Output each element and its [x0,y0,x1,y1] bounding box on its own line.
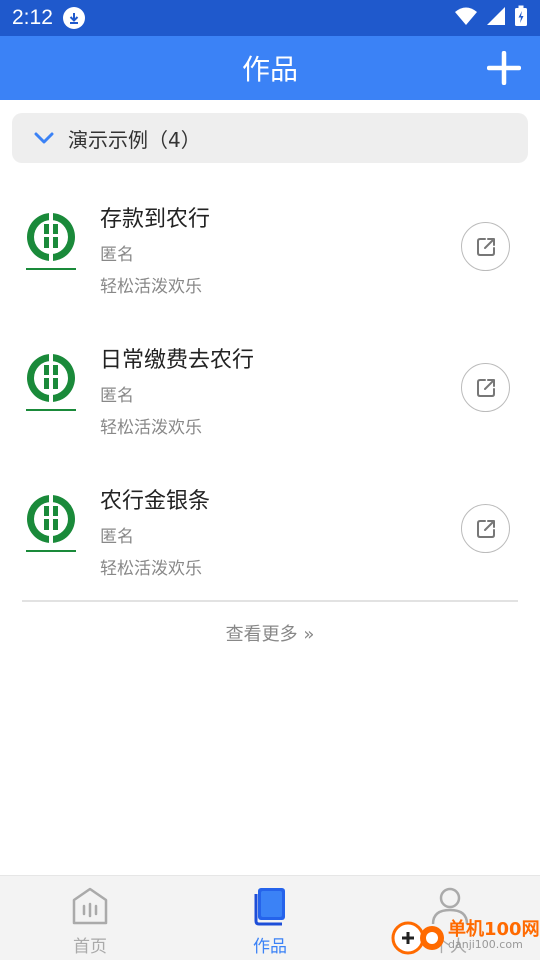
status-time: 2:12 [12,6,53,29]
share-button[interactable] [461,363,510,412]
external-link-icon [476,519,495,538]
wifi-icon [454,6,478,30]
chevron-down-icon [34,132,54,144]
works-list: 存款到农行 匿名 轻松活泼欢乐 日常缴费去农行 匿名 轻松活泼欢乐 农行金银条 … [0,178,540,601]
app-bar: 作品 [0,36,540,100]
list-item[interactable]: 日常缴费去农行 匿名 轻松活泼欢乐 [0,319,540,460]
abc-logo-icon [26,213,76,270]
item-author: 匿名 [100,245,134,265]
page-title: 作品 [241,53,298,86]
group-label: 演示示例（4） [68,127,201,152]
list-item[interactable]: 存款到农行 匿名 轻松活泼欢乐 [0,178,540,319]
share-button[interactable] [461,222,510,271]
external-link-icon [476,237,495,256]
home-icon [72,887,108,925]
watermark: 单机100网 danji100.com [390,912,540,960]
share-button[interactable] [461,504,510,553]
view-more-link[interactable]: 查看更多 » [0,620,540,646]
watermark-title: 单机100网 [448,919,540,940]
battery-icon [514,5,528,31]
watermark-url: danji100.com [448,938,523,951]
download-icon [62,7,85,29]
item-title: 存款到农行 [100,207,211,232]
item-style: 轻松活泼欢乐 [100,418,202,438]
abc-logo-icon [26,354,76,411]
watermark-logo-icon [391,921,444,955]
item-title: 农行金银条 [100,489,211,514]
status-bar: 2:12 [0,0,540,36]
nav-label: 作品 [253,937,287,957]
item-title: 日常缴费去农行 [100,348,255,373]
signal-icon [486,6,506,30]
item-style: 轻松活泼欢乐 [100,559,202,579]
item-style: 轻松活泼欢乐 [100,277,202,297]
nav-label: 首页 [73,937,107,957]
works-icon [254,888,285,926]
item-author: 匿名 [100,527,134,547]
nav-item-home[interactable]: 首页 [0,876,180,960]
abc-logo-icon [26,495,76,552]
plus-icon [487,51,521,85]
group-header[interactable]: 演示示例（4） [12,113,528,163]
nav-item-works[interactable]: 作品 [180,876,360,960]
list-item[interactable]: 农行金银条 匿名 轻松活泼欢乐 [0,460,540,601]
external-link-icon [476,378,495,397]
add-button[interactable] [484,48,524,88]
item-author: 匿名 [100,386,134,406]
list-divider [22,600,518,602]
